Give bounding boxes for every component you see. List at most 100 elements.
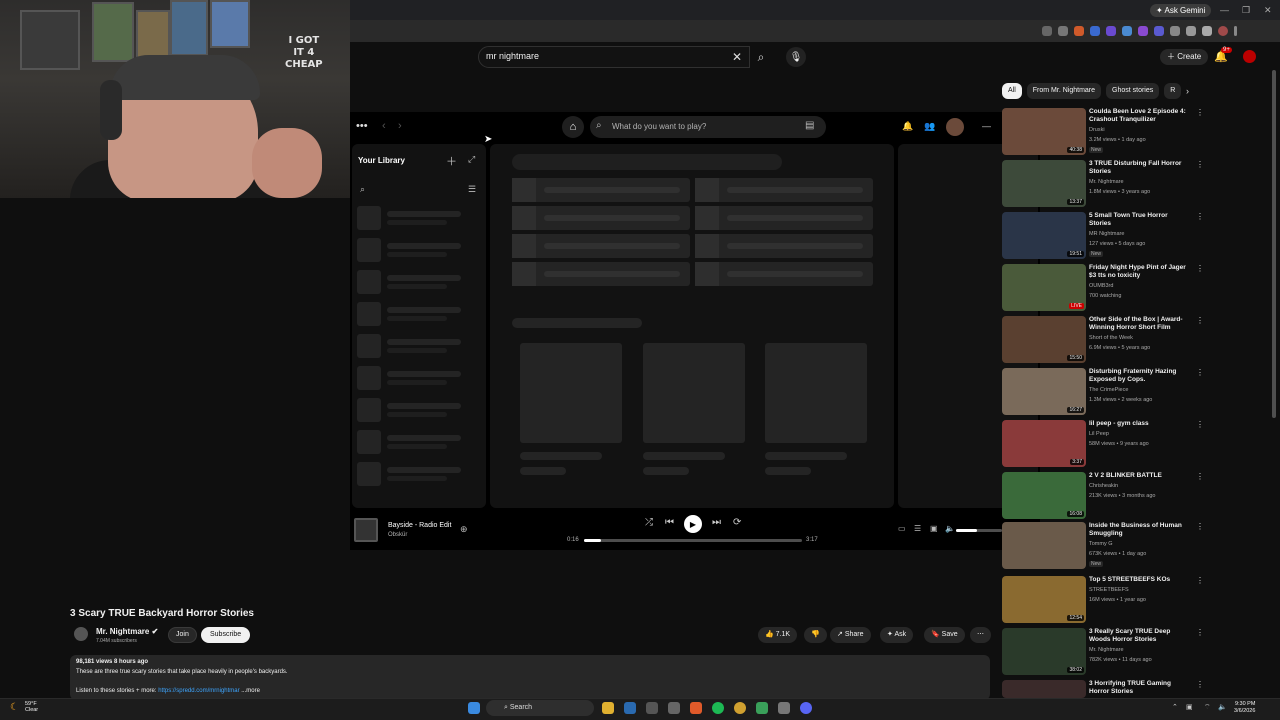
album-cover[interactable] <box>354 518 378 542</box>
brave-icon[interactable] <box>690 702 702 714</box>
description-link[interactable]: https://spredd.com/mrnightmar <box>158 688 239 694</box>
profile-icon[interactable] <box>1218 26 1228 36</box>
home-button[interactable]: ⌂ <box>562 116 584 138</box>
channel-name[interactable]: Mr. Nightmare <box>1089 179 1124 185</box>
play-button[interactable]: ▶ <box>684 515 702 533</box>
wifi-icon[interactable]: ⌔ <box>1204 703 1211 712</box>
next-track-icon[interactable]: ⏭ <box>712 517 721 528</box>
volume-icon[interactable]: 🔈 <box>1218 703 1227 711</box>
weather-moon-icon[interactable]: ☾ <box>10 702 19 713</box>
video-title[interactable]: Disturbing Fraternity Hazing Exposed by … <box>1089 368 1189 384</box>
connect-device-icon[interactable]: ▣ <box>930 524 938 533</box>
share-button[interactable]: ↗ Share <box>830 627 871 643</box>
settings-icon[interactable] <box>668 702 680 714</box>
now-playing-view-icon[interactable]: ▭ <box>898 524 906 533</box>
video-thumbnail[interactable]: 12:54 <box>1002 576 1086 623</box>
recommended-video[interactable]: 15:50 Other Side of the Box | Award-Winni… <box>1002 316 1204 366</box>
extension-icon[interactable] <box>1154 26 1164 36</box>
more-options-icon[interactable]: ⋮ <box>1196 316 1204 325</box>
create-playlist-icon[interactable]: ＋ <box>446 153 457 169</box>
video-thumbnail[interactable]: 15:50 <box>1002 316 1086 363</box>
channel-name[interactable]: The CrimePiece <box>1089 387 1128 393</box>
extension-icon[interactable] <box>1186 26 1196 36</box>
more-options-icon[interactable]: ⋮ <box>1196 472 1204 481</box>
app-icon[interactable] <box>646 702 658 714</box>
app-icon[interactable] <box>624 702 636 714</box>
channel-name[interactable]: Tommy G <box>1089 541 1113 547</box>
video-title[interactable]: 3 Horrifying TRUE Gaming Horror Stories <box>1089 680 1189 696</box>
more-options-icon[interactable]: ⋮ <box>1196 522 1204 531</box>
more-options-icon[interactable]: ••• <box>356 120 368 132</box>
ask-gemini-button[interactable]: ✦ Ask Gemini <box>1150 4 1212 17</box>
more-options-icon[interactable]: ⋮ <box>1196 264 1204 273</box>
app-icon[interactable] <box>778 702 790 714</box>
queue-icon[interactable]: ☰ <box>914 524 921 533</box>
channel-name[interactable]: Mr. Nightmare ✔ <box>96 627 158 636</box>
account-avatar[interactable] <box>1243 50 1256 63</box>
save-button[interactable]: 🔖 Save <box>924 627 965 643</box>
tray-app-icon[interactable]: ▣ <box>1186 703 1193 711</box>
file-explorer-icon[interactable] <box>602 702 614 714</box>
more-options-icon[interactable]: ⋮ <box>1196 160 1204 169</box>
create-button[interactable]: ＋ Create <box>1160 49 1209 65</box>
more-options-icon[interactable]: ⋮ <box>1196 680 1204 689</box>
recommended-video[interactable]: 40:38 Coulda Been Love 2 Episode 4: Crash… <box>1002 108 1204 158</box>
video-thumbnail[interactable]: 19:51 <box>1002 212 1086 259</box>
channel-name[interactable]: MR Nightmare <box>1089 231 1124 237</box>
extension-icon[interactable] <box>1074 26 1084 36</box>
recommended-video[interactable]: 16:27 Disturbing Fraternity Hazing Expose… <box>1002 368 1204 418</box>
extension-icon[interactable] <box>1170 26 1180 36</box>
add-to-library-icon[interactable]: ⊕ <box>460 524 468 535</box>
video-thumbnail[interactable]: 38:02 <box>1002 628 1086 675</box>
chevron-right-icon[interactable]: › <box>1186 86 1189 96</box>
extension-icon[interactable] <box>1138 26 1148 36</box>
minimize-icon[interactable]: — <box>982 121 991 131</box>
library-search-icon[interactable]: ⌕ <box>360 184 365 195</box>
spotify-icon[interactable] <box>712 702 724 714</box>
channel-name[interactable]: Mr. Nightmare <box>1089 647 1124 653</box>
bookmark-star-icon[interactable] <box>1058 26 1068 36</box>
clear-search-icon[interactable]: ✕ <box>732 50 742 64</box>
video-title[interactable]: 2 V 2 BLINKER BATTLE <box>1089 472 1189 480</box>
channel-name[interactable]: Short of the Week <box>1089 335 1133 341</box>
video-thumbnail[interactable]: 3:37 <box>1002 420 1086 467</box>
extension-icon[interactable] <box>1042 26 1052 36</box>
taskbar-search[interactable] <box>486 700 594 716</box>
page-scrollbar[interactable] <box>1272 70 1276 418</box>
more-options-icon[interactable]: ⋮ <box>1196 368 1204 377</box>
track-title[interactable]: Bayside - Radio Edit <box>388 522 451 529</box>
progress-bar[interactable] <box>584 539 802 542</box>
video-thumbnail[interactable]: 40:38 <box>1002 108 1086 155</box>
track-artist[interactable]: Obskür <box>388 532 407 538</box>
volume-slider[interactable] <box>956 529 1002 532</box>
video-thumbnail[interactable]: 16:27 <box>1002 368 1086 415</box>
expand-icon[interactable]: ⤢ <box>468 154 475 165</box>
menu-icon[interactable] <box>1234 26 1237 36</box>
extension-icon[interactable] <box>1202 26 1212 36</box>
video-thumbnail[interactable]: LIVE <box>1002 264 1086 311</box>
more-options-icon[interactable]: ⋮ <box>1196 628 1204 637</box>
video-thumbnail[interactable] <box>1002 680 1086 698</box>
show-more-button[interactable]: ...more <box>241 688 260 694</box>
close-icon[interactable]: ✕ <box>1264 5 1272 16</box>
video-title[interactable]: Other Side of the Box | Award-Winning Ho… <box>1089 316 1189 332</box>
tray-chevron-icon[interactable]: ⌃ <box>1172 703 1178 711</box>
list-view-icon[interactable]: ☰ <box>468 184 476 195</box>
minimize-icon[interactable]: — <box>1220 5 1229 15</box>
extension-icon[interactable] <box>1090 26 1100 36</box>
chip-ghost-stories[interactable]: Ghost stories <box>1106 83 1160 99</box>
recommended-video[interactable]: 16:08 2 V 2 BLINKER BATTLE Chrisheakin 213K… <box>1002 472 1204 522</box>
chip-all[interactable]: All <box>1002 83 1022 99</box>
recommended-video[interactable]: 12:54 Top 5 STREETBEEFS KOs STREETBEEFS 16M… <box>1002 576 1204 626</box>
more-options-icon[interactable]: ⋮ <box>1196 212 1204 221</box>
channel-name[interactable]: OUMB3rd <box>1089 283 1113 289</box>
volume-icon[interactable]: 🔈 <box>945 524 955 533</box>
browse-icon[interactable]: ▤ <box>805 120 814 131</box>
back-arrow-icon[interactable]: ‹ <box>382 120 386 132</box>
video-title[interactable]: 5 Small Town True Horror Stories <box>1089 212 1189 228</box>
more-options-icon[interactable]: ⋮ <box>1196 420 1204 429</box>
channel-avatar[interactable] <box>74 627 88 641</box>
app-icon[interactable] <box>756 702 768 714</box>
discord-icon[interactable] <box>800 702 812 714</box>
subscribe-button[interactable]: Subscribe <box>201 627 251 643</box>
